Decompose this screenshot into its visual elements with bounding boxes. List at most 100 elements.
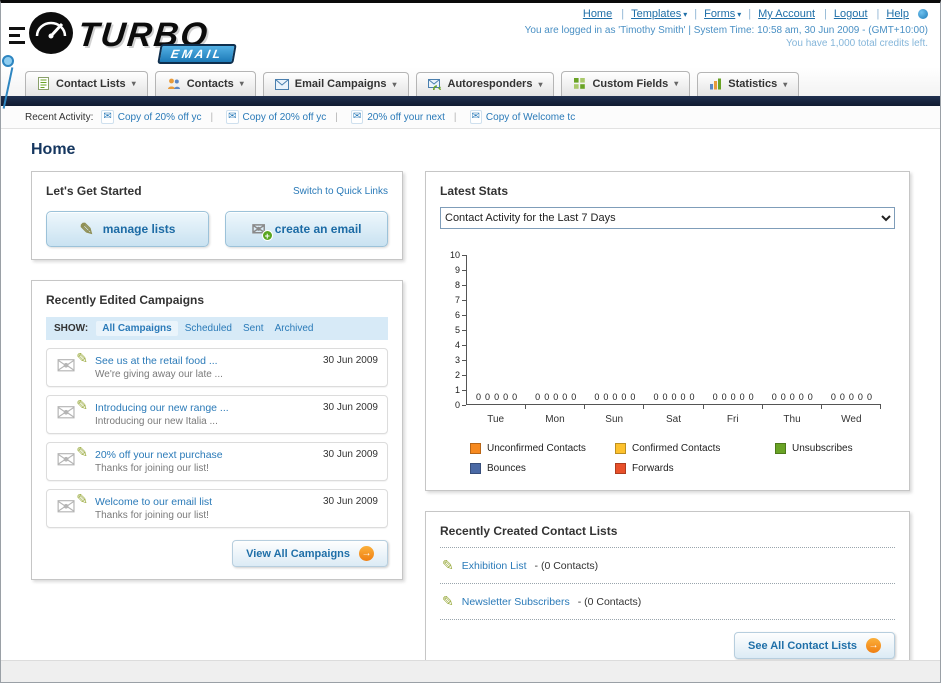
campaign-filter-tab[interactable]: Archived: [275, 323, 314, 334]
campaign-title-link[interactable]: See us at the retail food ...: [95, 355, 316, 367]
recent-activity-link[interactable]: Copy of 20% off yc: [118, 112, 202, 123]
campaign-filter-tab[interactable]: All Campaigns: [96, 321, 178, 336]
view-all-campaigns-button[interactable]: View All Campaigns →: [232, 540, 388, 567]
chart-y-tick: 5: [455, 325, 466, 335]
credits-info: You have 1,000 total credits left.: [786, 38, 928, 49]
tab-custom-fields[interactable]: Custom Fields ▾: [561, 71, 691, 96]
header-link[interactable]: Templates: [631, 8, 681, 20]
header-link[interactable]: Home: [583, 8, 612, 20]
recent-activity-item[interactable]: ✉ 20% off your next: [326, 110, 445, 124]
email-edit-icon: ✉ ✎: [56, 444, 88, 474]
tab-label: Statistics: [728, 78, 778, 90]
recent-activity-link[interactable]: Copy of 20% off yc: [243, 112, 327, 123]
left-column: Let's Get Started Switch to Quick Links …: [31, 171, 403, 580]
contact-list-item[interactable]: ✎ Newsletter Subscribers - (0 Contacts): [440, 584, 895, 620]
tab-contacts[interactable]: Contacts ▾: [154, 71, 256, 96]
tab-contact-lists[interactable]: Contact Lists ▾: [25, 71, 148, 96]
campaign-title-link[interactable]: Introducing our new range ...: [95, 402, 316, 414]
create-email-label: create an email: [274, 222, 362, 236]
manage-lists-label: manage lists: [102, 222, 176, 236]
legend-swatch: [615, 443, 626, 454]
stats-period-select[interactable]: Contact Activity for the Last 7 Days: [440, 207, 895, 229]
campaign-title-link[interactable]: 20% off your next purchase: [95, 449, 316, 461]
recent-activity-item[interactable]: ✉ Copy of 20% off yc: [101, 110, 202, 124]
contact-count: - (0 Contacts): [577, 595, 642, 608]
tab-label: Contacts: [186, 77, 234, 90]
tab-label: Autoresponders: [447, 78, 533, 90]
campaign-filter-tab[interactable]: Scheduled: [185, 323, 232, 334]
legend-item: Unconfirmed Contacts: [470, 443, 615, 454]
header-link[interactable]: My Account: [758, 8, 815, 20]
legend-item: Bounces: [470, 463, 615, 474]
contact-list-link[interactable]: Exhibition List: [462, 560, 527, 572]
chevron-down-icon: ▾: [131, 79, 136, 88]
chart-day-values: 00000: [704, 392, 763, 409]
legend-swatch: [470, 443, 481, 454]
contact-count: - (0 Contacts): [534, 559, 599, 572]
campaign-list-item[interactable]: ✉ ✎ Welcome to our email list Thanks for …: [46, 489, 388, 528]
chart-y-axis: 0 1 2 3 4 5 6 7 8 9 10: [440, 250, 466, 410]
top-header: TURBO EMAIL Home Templates▾: [1, 3, 940, 67]
email-edit-icon: ✉ ✎: [56, 397, 88, 427]
manage-lists-button[interactable]: ✎ manage lists: [46, 211, 209, 247]
chevron-down-icon: ▾: [674, 79, 679, 88]
campaign-list-item[interactable]: ✉ ✎ See us at the retail food ... We're g…: [46, 348, 388, 387]
logo-email-badge: EMAIL: [156, 44, 237, 64]
header-right: Home Templates▾ Forms▾ My Account: [525, 8, 928, 49]
tab-statistics[interactable]: Statistics ▾: [697, 72, 800, 96]
tab-label: Email Campaigns: [294, 78, 387, 90]
pencil-icon: ✎: [442, 557, 454, 573]
campaign-filter-tab[interactable]: Sent: [243, 323, 264, 334]
latest-stats-panel: Latest Stats Contact Activity for the La…: [425, 171, 910, 491]
arrow-right-icon: →: [359, 546, 374, 561]
email-edit-icon: ✉ ✎: [56, 491, 88, 521]
tab-label: Custom Fields: [592, 77, 669, 90]
contact-list-item[interactable]: ✎ Exhibition List - (0 Contacts): [440, 548, 895, 584]
recent-activity-item[interactable]: ✉ Copy of Welcome tc: [445, 110, 575, 124]
chart-y-tick: 6: [455, 310, 466, 320]
chart-legend: Unconfirmed Contacts Confirmed Contacts Un…: [470, 443, 895, 474]
contact-list: ✎ Exhibition List - (0 Contacts) ✎ Newsl…: [440, 548, 895, 620]
help-status-dot[interactable]: [918, 9, 928, 19]
statistics-icon: [709, 78, 722, 90]
tab-email-campaigns[interactable]: Email Campaigns ▾: [262, 72, 409, 96]
recent-activity-bar: Recent Activity: ✉ Copy of 20% off yc ✉ …: [1, 106, 940, 129]
chart-x-label: Tue: [487, 414, 505, 425]
get-started-panel: Let's Get Started Switch to Quick Links …: [31, 171, 403, 260]
speedometer-icon: [28, 10, 74, 61]
header-link[interactable]: Help: [886, 8, 909, 20]
chevron-down-icon: ▾: [783, 79, 788, 89]
recent-activity-link[interactable]: Copy of Welcome tc: [486, 112, 575, 123]
contact-lists-title: Recently Created Contact Lists: [440, 524, 895, 548]
chart-x-label: Sat: [665, 414, 681, 425]
chart-x-label: Wed: [841, 414, 862, 425]
contact-list-link[interactable]: Newsletter Subscribers: [462, 596, 570, 608]
campaign-date: 30 Jun 2009: [322, 402, 378, 413]
header-link[interactable]: Forms: [704, 8, 735, 20]
create-email-button[interactable]: ✉ + create an email: [225, 211, 388, 247]
chevron-down-icon: ▾: [392, 79, 397, 89]
header-link[interactable]: Logout: [834, 8, 868, 20]
envelope-icon: ✉: [226, 110, 239, 124]
chart-day-values: 00000: [763, 392, 822, 409]
tab-autoresponders[interactable]: Autoresponders ▾: [415, 72, 555, 96]
envelope-icon: ✉: [469, 110, 482, 124]
campaign-list-item[interactable]: ✉ ✎ Introducing our new range ... Introdu…: [46, 395, 388, 434]
turbo-email-logo[interactable]: TURBO EMAIL: [9, 7, 237, 64]
chart-day-values: 00000: [526, 392, 586, 409]
chart-x-label: Fri: [726, 414, 739, 425]
recent-activity-link[interactable]: 20% off your next: [367, 112, 445, 123]
switch-quick-links-link[interactable]: Switch to Quick Links: [293, 186, 388, 197]
campaign-subtitle: We're giving away our late ...: [95, 369, 223, 380]
campaign-title-link[interactable]: Welcome to our email list: [95, 496, 316, 508]
nav-divider-bar: [1, 96, 940, 106]
campaign-list-item[interactable]: ✉ ✎ 20% off your next purchase Thanks for…: [46, 442, 388, 481]
recent-activity-item[interactable]: ✉ Copy of 20% off yc: [202, 110, 327, 124]
chart-y-tick: 3: [455, 355, 466, 365]
campaign-subtitle: Thanks for joining our list!: [95, 510, 209, 521]
legend-item: Unsubscribes: [775, 443, 895, 454]
email-edit-icon: ✉ ✎: [56, 350, 88, 380]
campaigns-title: Recently Edited Campaigns: [46, 293, 205, 307]
chart-x-label: Sun: [605, 414, 624, 425]
see-all-contact-lists-button[interactable]: See All Contact Lists →: [733, 632, 895, 659]
